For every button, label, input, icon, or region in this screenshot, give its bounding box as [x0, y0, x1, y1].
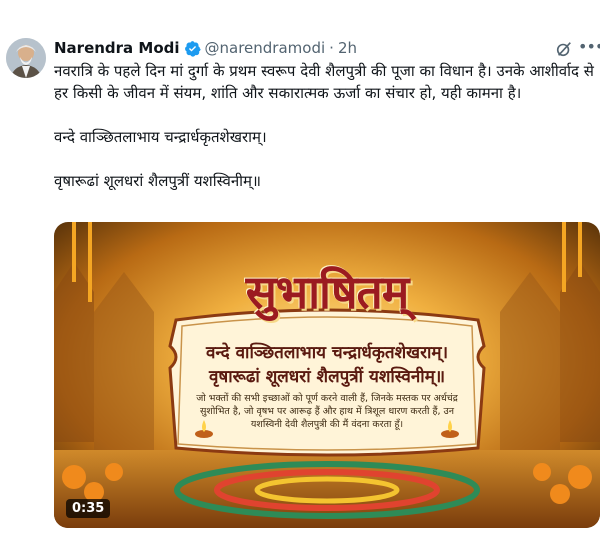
author-name[interactable]: Narendra Modi: [54, 39, 180, 57]
media-verse-line-1: वन्दे वाञ्छितलाभाय चन्द्रार्धकृतशेखराम्।: [205, 343, 449, 363]
media-title: सुभाषितम्: [245, 265, 410, 319]
verified-badge-icon: [184, 40, 201, 57]
author-avatar[interactable]: [6, 38, 46, 78]
tweet-timestamp[interactable]: 2h: [338, 39, 357, 57]
separator-dot: ·: [329, 39, 334, 57]
media-verse-meaning: जो भक्तों की सभी इच्छाओं को पूर्ण करने व…: [196, 393, 458, 430]
tweet-paragraph: नवरात्रि के पहले दिन मां दुर्गा के प्रथम…: [54, 62, 594, 102]
author-handle[interactable]: @narendramodi: [205, 39, 326, 57]
tweet-text: नवरात्रि के पहले दिन मां दुर्गा के प्रथम…: [54, 60, 594, 192]
grok-icon[interactable]: [555, 40, 573, 58]
video-duration-badge: 0:35: [66, 499, 111, 518]
video-media[interactable]: सुभाषितम् वन्दे वाञ्छितलाभाय चन्द्रार्धक…: [54, 222, 600, 528]
tweet-verse-line-2: वृषारूढां शूलधरां शैलपुत्रीं यशस्विनीम्॥: [54, 172, 261, 190]
more-options-icon[interactable]: •••: [578, 39, 600, 58]
tweet-header: Narendra Modi @narendramodi · 2h: [54, 38, 357, 58]
tweet-verse-line-1: वन्दे वाञ्छितलाभाय चन्द्रार्धकृतशेखराम्।: [54, 128, 267, 146]
avatar-image: [6, 38, 46, 78]
media-verse-line-2: वृषारूढां शूलधरां शैलपुत्रीं यशस्विनीम्॥: [208, 367, 446, 387]
